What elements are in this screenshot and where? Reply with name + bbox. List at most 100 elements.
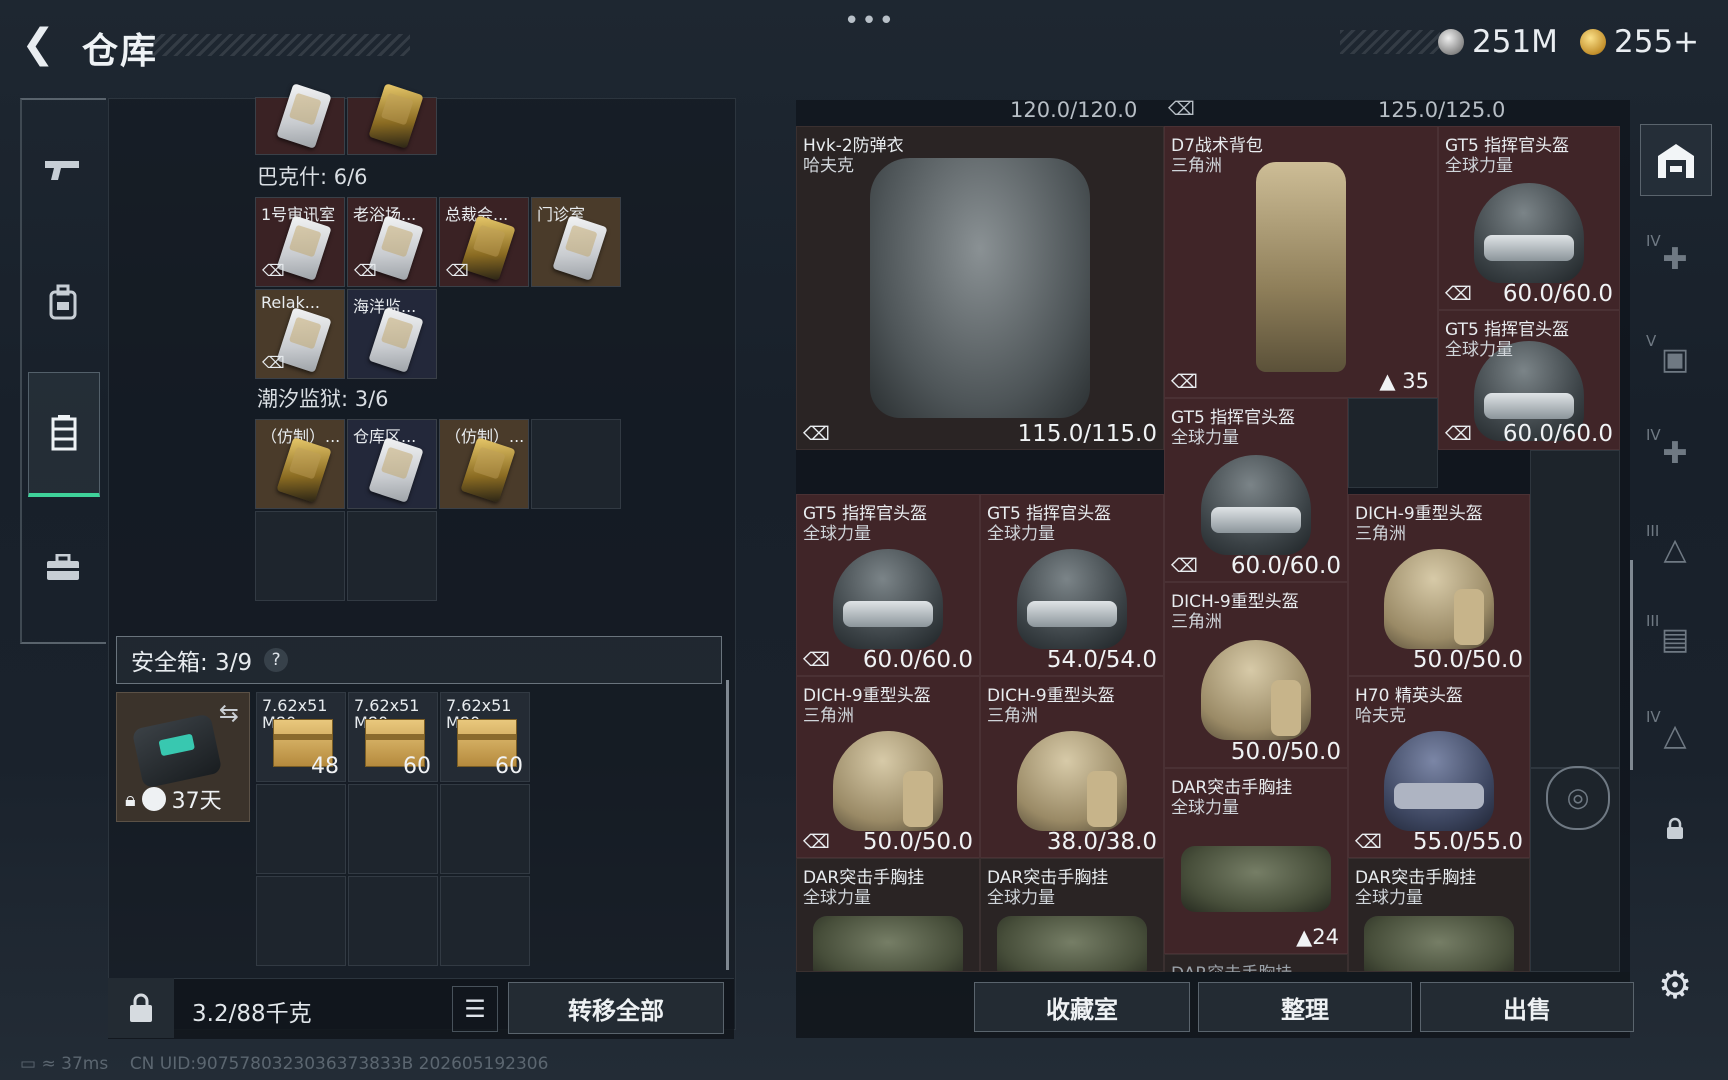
item-helmet[interactable]: DICH-9重型头盔 三角洲 50.0/50.0 [1164,582,1348,768]
helmet-image [1384,549,1494,650]
left-scrollbar[interactable] [726,680,729,970]
ammo-slot[interactable]: 7.62x51M8048 [256,692,346,782]
chest-rig-image [813,915,963,971]
tech-icon: △ [1663,717,1687,753]
locate-button[interactable]: ◎ [1546,766,1610,830]
empty-slot[interactable] [440,876,530,966]
empty-slot[interactable] [348,876,438,966]
swap-icon[interactable]: ⇆ [219,699,239,727]
empty-slot[interactable] [348,784,438,874]
keycard-slot[interactable]: 仓库区... [347,419,437,509]
item-chest-rig[interactable]: DAR突击手胸挂 全球力量 [796,858,980,972]
nav-weapons[interactable] [28,130,98,210]
ammo-slot[interactable]: 7.62x51M8060 [348,692,438,782]
item-helmet[interactable]: DICH-9重型头盔 三角洲 50.0/50.0 [1348,494,1530,676]
keycard-slot[interactable] [347,83,437,155]
item-helmet[interactable]: H70 精英头盔 哈夫克 ⌫ 55.0/55.0 [1348,676,1530,858]
silver-amount: 251M [1472,24,1558,60]
tab-gun-rack-iii[interactable]: III ▤ [1640,604,1710,674]
tier-label: V [1646,332,1657,350]
safebox-container[interactable]: ⇆ 🔒︎ 37天 [116,692,250,822]
page-title: 仓库 [82,31,159,72]
no-insure-icon: ⌫ [1355,831,1382,853]
section-title-baksh: 巴克什: 6/6 [257,165,368,189]
sell-button[interactable]: 出售 [1420,982,1634,1032]
item-helmet[interactable]: DICH-9重型头盔 三角洲 ⌫ 50.0/50.0 [796,676,980,858]
empty-slot[interactable] [440,784,530,874]
keycard-slot[interactable]: 老浴场... ⌫ [347,197,437,287]
empty-keycard-slot[interactable] [347,511,437,601]
item-chest-rig[interactable]: DAR突击手胸挂 全球力量 [980,858,1164,972]
sort-button[interactable]: 整理 [1198,982,1412,1032]
right-scrollbar[interactable] [1630,560,1633,770]
empty-keycard-slot[interactable] [531,419,621,509]
lock-icon: 🔒︎ [125,787,136,811]
keycard-slot[interactable]: 海洋监... [347,289,437,379]
item-helmet[interactable]: DICH-9重型头盔 三角洲 38.0/38.0 [980,676,1164,858]
item-vest[interactable]: Hvk-2防弹衣 哈夫克 ⌫ 115.0/115.0 [796,126,1164,450]
item-helmet[interactable]: GT5 指挥官头盔 全球力量 54.0/54.0 [980,494,1164,676]
item-helmet[interactable]: GT5 指挥官头盔 全球力量 ⌫ 60.0/60.0 [1438,126,1620,310]
item-brand: 哈夫克 [1355,706,1406,726]
list-icon: ☰ [464,995,486,1023]
item-chest-rig[interactable]: DAR突击手胸挂 全球力量 [1348,858,1530,972]
keycard-slot[interactable]: 门诊室 [531,197,621,287]
keycard-slot[interactable]: 总裁会... ⌫ [439,197,529,287]
ammo-slot[interactable]: 7.62x51M8060 [440,692,530,782]
tier-label: III [1646,612,1660,630]
gold-currency[interactable]: 255+ [1580,24,1699,60]
capacity-label: 125.0/125.0 [1378,100,1506,122]
empty-slot[interactable] [1348,398,1438,488]
collection-room-button[interactable]: 收藏室 [974,982,1190,1032]
weight-lock-icon [130,993,152,1022]
item-backpack[interactable]: D7战术背包 三角洲 ⌫ ▲ 35 [1164,126,1438,398]
tab-safe-v[interactable]: V ▣ [1640,324,1710,394]
keycard-slot[interactable]: （仿制）... [255,419,345,509]
help-button[interactable]: ? [264,648,289,672]
helmet-image [1384,731,1494,832]
silver-currency[interactable]: 251M [1438,24,1558,60]
lock-toggle[interactable] [1640,794,1710,864]
item-chest-rig[interactable]: DAR突击手胸挂 [1164,954,1348,972]
back-button[interactable]: ❮ [18,21,58,67]
keycard-slot[interactable]: Relak... ⌫ [255,289,345,379]
keycard-slot[interactable]: 1号审讯室 ⌫ [255,197,345,287]
list-view-button[interactable]: ☰ [452,986,498,1032]
settings-button[interactable]: ⚙ [1640,950,1710,1020]
warehouse-icon [1658,144,1694,178]
capacity-icon: ▲ [1379,369,1396,393]
tab-medkit-iv[interactable]: IV ✚ [1640,224,1710,294]
lock-button[interactable] [108,978,174,1038]
tab-tech-iv[interactable]: IV △ [1640,700,1710,770]
nav-storage[interactable] [28,372,100,497]
nav-case[interactable] [28,528,98,608]
empty-slot[interactable] [256,876,346,966]
item-durability: 60.0/60.0 [1502,281,1613,307]
tab-warehouse[interactable] [1640,124,1712,196]
pistol-icon [45,161,79,180]
transfer-all-button[interactable]: 转移全部 [508,982,724,1034]
nav-gear[interactable] [28,262,98,342]
keycard-slot[interactable] [255,83,345,155]
tab-tech-iii[interactable]: III △ [1640,514,1710,584]
backpack-image [1256,162,1346,373]
more-menu-button[interactable]: ••• [844,6,896,36]
item-name: DAR突击手胸挂 [1171,959,1292,972]
target-icon: ◎ [1566,783,1590,813]
empty-keycard-slot[interactable] [255,511,345,601]
tab-medkit-iv-2[interactable]: IV ✚ [1640,418,1710,488]
item-durability: 60.0/60.0 [1230,553,1341,579]
item-helmet[interactable]: GT5 指挥官头盔 全球力量 ⌫ 60.0/60.0 [1438,310,1620,450]
silver-coin-icon [1438,29,1464,55]
no-insure-icon: ⌫ [1445,423,1472,445]
empty-slot[interactable] [1530,450,1620,768]
keycard-slot[interactable]: （仿制）... [439,419,529,509]
item-capacity: ▲ 35 [1379,369,1429,393]
battery-icon: ▭ [20,1054,37,1074]
helmet-image [1017,731,1127,832]
item-helmet[interactable]: GT5 指挥官头盔 全球力量 ⌫ 60.0/60.0 [796,494,980,676]
medkit-icon: ✚ [1662,241,1688,277]
empty-slot[interactable] [256,784,346,874]
item-helmet[interactable]: GT5 指挥官头盔 全球力量 ⌫ 60.0/60.0 [1164,398,1348,582]
item-chest-rig[interactable]: DAR突击手胸挂 全球力量 ▲24 [1164,768,1348,954]
